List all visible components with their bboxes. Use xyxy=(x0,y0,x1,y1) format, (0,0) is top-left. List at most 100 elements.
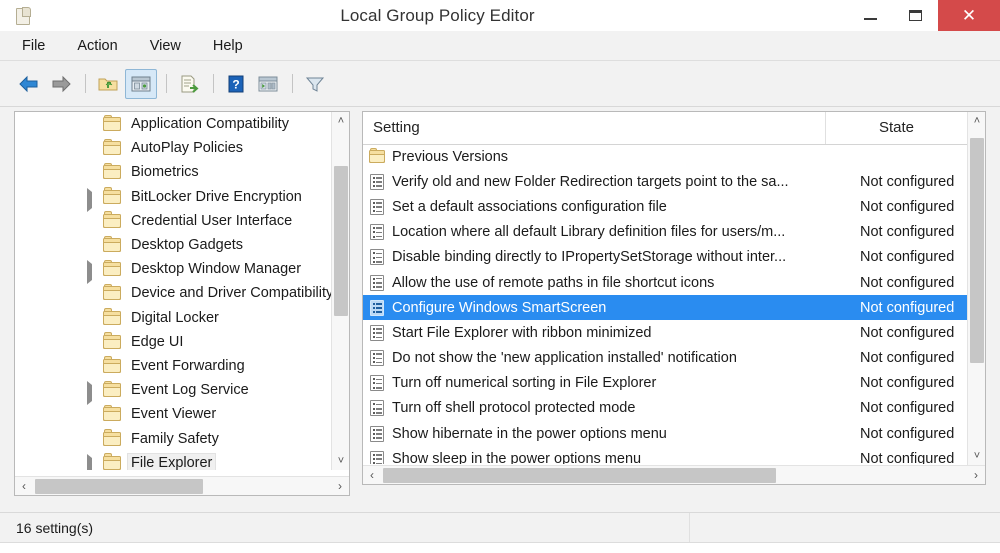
list-scrollbar-thumb[interactable] xyxy=(970,138,984,363)
tree-scroll-up-icon[interactable]: ˄ xyxy=(332,112,349,130)
tree-expand-arrow-icon[interactable] xyxy=(87,381,97,406)
setting-name: Previous Versions xyxy=(392,148,509,165)
setting-name: Set a default associations configuration… xyxy=(392,198,667,215)
list-scroll-right-icon[interactable]: › xyxy=(967,466,985,485)
settings-list[interactable]: Previous Versions Verify old and new Fold… xyxy=(363,144,967,464)
forward-button[interactable] xyxy=(46,70,76,98)
settings-list-row[interactable]: Location where all default Library defin… xyxy=(363,220,967,245)
tree-expand-arrow-icon[interactable] xyxy=(87,260,97,285)
menu-item-action[interactable]: Action xyxy=(75,36,119,56)
tree-node[interactable]: Device and Driver Compatibility xyxy=(15,281,331,305)
local-group-policy-editor-window: Local Group Policy Editor ✕ File Action … xyxy=(0,0,1000,553)
policy-icon xyxy=(369,425,386,442)
tree-expand-arrow-icon[interactable] xyxy=(87,453,97,470)
policy-icon xyxy=(369,198,386,215)
list-horizontal-scrollbar[interactable]: ‹ › xyxy=(363,465,985,484)
setting-name: Show hibernate in the power options menu xyxy=(392,425,667,442)
status-text: 16 setting(s) xyxy=(0,513,690,543)
list-vertical-scrollbar[interactable]: ˄ ˅ xyxy=(967,112,985,465)
close-button[interactable]: ✕ xyxy=(938,0,1000,31)
tree-horizontal-scrollbar[interactable]: ‹ › xyxy=(15,476,349,495)
tree-hscroll-track[interactable] xyxy=(33,477,331,496)
maximize-button[interactable] xyxy=(893,0,938,31)
list-scroll-up-icon[interactable]: ˄ xyxy=(968,112,985,130)
minimize-button[interactable] xyxy=(848,0,893,31)
minimize-icon xyxy=(864,17,877,20)
show-hide-action-pane-icon xyxy=(258,76,278,91)
settings-list-row[interactable]: Configure Windows SmartScreen Not configu… xyxy=(363,295,967,321)
setting-state: Not configured xyxy=(860,224,955,241)
up-folder-icon xyxy=(98,78,118,90)
back-button[interactable] xyxy=(14,70,44,98)
list-hscroll-track[interactable] xyxy=(381,466,967,485)
export-list-button[interactable] xyxy=(174,70,204,98)
tree-node[interactable]: Family Safety xyxy=(15,426,331,450)
settings-list-row[interactable]: Previous Versions xyxy=(363,144,967,169)
window-controls: ✕ xyxy=(848,0,1000,31)
tree-scroll-left-icon[interactable]: ‹ xyxy=(15,477,33,496)
folder-icon xyxy=(103,211,121,228)
settings-list-row[interactable]: Turn off shell protocol protected mode No… xyxy=(363,396,967,421)
menu-item-help[interactable]: Help xyxy=(211,36,245,56)
folder-icon xyxy=(103,138,121,156)
settings-list-row[interactable]: Allow the use of remote paths in file sh… xyxy=(363,270,967,295)
tree-scrollbar-thumb[interactable] xyxy=(334,166,348,316)
tree-node[interactable]: Digital Locker xyxy=(15,306,331,330)
list-hscrollbar-thumb[interactable] xyxy=(383,467,776,483)
settings-list-row[interactable]: Verify old and new Folder Redirection ta… xyxy=(363,169,967,194)
settings-list-row[interactable]: Do not show the 'new application install… xyxy=(363,346,967,371)
show-hide-console-tree-button[interactable] xyxy=(125,68,157,99)
settings-list-row[interactable]: Set a default associations configuration… xyxy=(363,194,967,219)
tree-hscrollbar-thumb[interactable] xyxy=(35,478,203,494)
help-button[interactable]: ? xyxy=(221,70,251,98)
settings-list-row[interactable]: Turn off numerical sorting in File Explo… xyxy=(363,371,967,396)
folder-icon xyxy=(103,429,121,446)
column-header-state[interactable]: State xyxy=(826,112,967,144)
tree-node[interactable]: Event Viewer xyxy=(15,402,331,426)
tree-expand-arrow-icon[interactable] xyxy=(87,187,97,212)
setting-state: Not configured xyxy=(860,400,955,417)
policy-icon xyxy=(369,324,386,341)
policy-icon xyxy=(369,450,386,464)
tree-node[interactable]: Biometrics xyxy=(15,160,331,184)
toolbar-separator xyxy=(213,74,214,93)
tree-node[interactable]: Credential User Interface xyxy=(15,209,331,233)
menu-item-view[interactable]: View xyxy=(148,36,183,56)
show-hide-console-tree-icon xyxy=(131,76,151,91)
settings-list-row[interactable]: Show sleep in the power options menu Not … xyxy=(363,446,967,464)
tree-node[interactable]: Event Forwarding xyxy=(15,354,331,378)
tree-node[interactable]: File Explorer xyxy=(15,451,331,470)
setting-state: Not configured xyxy=(860,324,955,341)
tree-scroll-right-icon[interactable]: › xyxy=(331,477,349,496)
settings-list-row[interactable]: Disable binding directly to IPropertySet… xyxy=(363,245,967,270)
filter-icon xyxy=(305,77,325,92)
console-tree[interactable]: Application Compatibility AutoPlay Polici… xyxy=(15,112,331,470)
tree-node[interactable]: Event Log Service xyxy=(15,378,331,406)
tree-node[interactable]: Desktop Window Manager xyxy=(15,257,331,285)
folder-icon xyxy=(103,162,121,180)
help-icon: ? xyxy=(228,75,244,92)
setting-state: Not configured xyxy=(860,198,955,215)
tree-vertical-scrollbar[interactable]: ˄ ˅ xyxy=(331,112,349,470)
tree-node[interactable]: Edge UI xyxy=(15,330,331,354)
folder-icon xyxy=(103,404,121,422)
tree-node[interactable]: Desktop Gadgets xyxy=(15,233,331,257)
list-scroll-left-icon[interactable]: ‹ xyxy=(363,466,381,485)
list-scroll-down-icon[interactable]: ˅ xyxy=(968,447,985,465)
close-icon: ✕ xyxy=(961,6,977,25)
menu-item-file[interactable]: File xyxy=(20,36,47,56)
setting-state: Not configured xyxy=(860,425,955,442)
tree-node[interactable]: AutoPlay Policies xyxy=(15,136,331,160)
filter-button[interactable] xyxy=(300,70,330,98)
settings-list-row[interactable]: Start File Explorer with ribbon minimize… xyxy=(363,320,967,345)
tree-node[interactable]: Application Compatibility xyxy=(15,112,331,136)
column-header-setting[interactable]: Setting xyxy=(363,112,826,144)
show-hide-action-pane-button[interactable] xyxy=(253,70,283,98)
settings-list-row[interactable]: Show hibernate in the power options menu… xyxy=(363,421,967,446)
tree-scroll-down-icon[interactable]: ˅ xyxy=(332,452,349,470)
tree-node-label: BitLocker Drive Encryption xyxy=(131,188,302,205)
svg-text:?: ? xyxy=(232,77,239,91)
tree-node[interactable]: BitLocker Drive Encryption xyxy=(15,185,331,212)
setting-state: Not configured xyxy=(860,173,955,190)
up-one-level-button[interactable] xyxy=(93,70,123,98)
